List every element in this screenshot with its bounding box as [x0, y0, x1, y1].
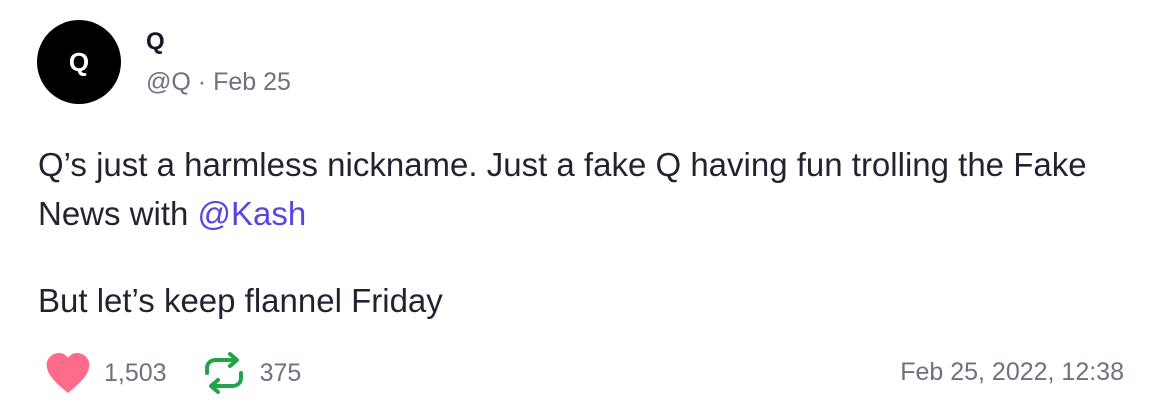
repost-button[interactable]: 375 — [202, 352, 302, 394]
post-card: Q Q @Q · Feb 25 Q’s just a harmless nick… — [0, 0, 1160, 404]
author-name[interactable]: Q — [146, 28, 165, 56]
post-paragraph-2: But let’s keep flannel Friday — [38, 282, 443, 319]
like-button[interactable]: 1,503 — [44, 351, 167, 395]
post-paragraph-1: Q’s just a harmless nickname. Just a fak… — [38, 140, 1128, 238]
post-body: Q’s just a harmless nickname. Just a fak… — [38, 140, 1128, 325]
mention-link[interactable]: @Kash — [198, 195, 307, 232]
repost-count: 375 — [259, 358, 302, 387]
like-count: 1,503 — [104, 358, 167, 387]
avatar-letter: Q — [68, 46, 90, 77]
post-actions: 1,503 375 — [44, 350, 301, 396]
heart-icon — [44, 351, 92, 395]
post-timestamp[interactable]: Feb 25, 2022, 12:38 — [900, 358, 1124, 387]
post-date[interactable]: Feb 25 — [213, 68, 291, 96]
meta-separator: · — [197, 68, 207, 96]
post-text: Q’s just a harmless nickname. Just a fak… — [38, 146, 1087, 232]
author-handle[interactable]: @Q — [146, 68, 191, 96]
avatar[interactable]: Q — [37, 20, 121, 104]
post-meta: @Q · Feb 25 — [146, 68, 291, 97]
repost-icon — [202, 352, 246, 394]
